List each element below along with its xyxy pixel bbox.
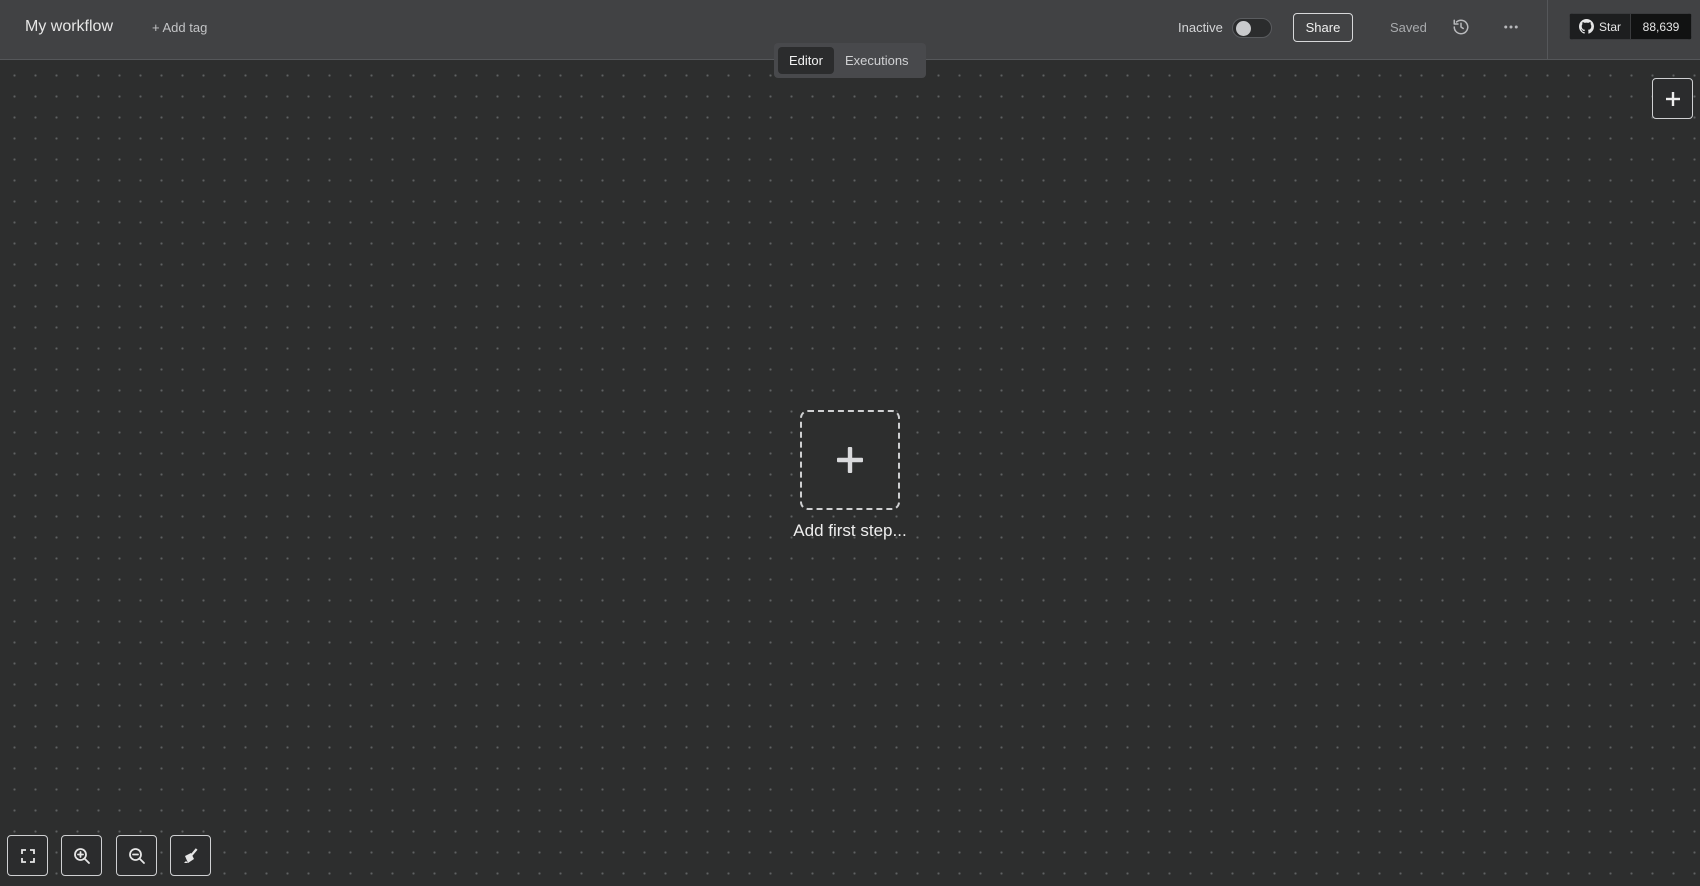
more-options-icon[interactable] bbox=[1501, 18, 1521, 36]
header-divider bbox=[1547, 0, 1548, 60]
zoom-out-icon bbox=[128, 847, 145, 864]
share-button[interactable]: Share bbox=[1293, 13, 1353, 42]
view-tabs: Editor Executions bbox=[774, 43, 926, 78]
tidy-up-button[interactable] bbox=[170, 835, 211, 876]
tab-editor[interactable]: Editor bbox=[778, 47, 834, 74]
add-first-step-label: Add first step... bbox=[793, 521, 907, 540]
fit-view-button[interactable] bbox=[7, 835, 48, 876]
save-status: Saved bbox=[1390, 20, 1427, 35]
add-node-button[interactable] bbox=[1652, 78, 1693, 119]
plus-icon bbox=[1665, 91, 1680, 106]
active-status-label: Inactive bbox=[1178, 20, 1223, 35]
active-toggle[interactable] bbox=[1232, 18, 1272, 38]
workflow-name[interactable]: My workflow bbox=[25, 18, 113, 36]
github-icon bbox=[1578, 19, 1594, 34]
github-star-button[interactable]: Star bbox=[1569, 13, 1630, 40]
toggle-knob bbox=[1236, 21, 1251, 36]
broom-icon bbox=[183, 847, 197, 863]
zoom-in-icon bbox=[73, 847, 90, 864]
github-star-count[interactable]: 88,639 bbox=[1630, 13, 1692, 40]
github-star-widget[interactable]: Star 88,639 bbox=[1569, 13, 1692, 40]
add-tag-button[interactable]: + Add tag bbox=[152, 20, 207, 35]
fullscreen-icon bbox=[20, 848, 35, 863]
tab-executions[interactable]: Executions bbox=[834, 47, 920, 74]
plus-icon bbox=[837, 447, 863, 473]
zoom-in-button[interactable] bbox=[61, 835, 102, 876]
github-star-label: Star bbox=[1598, 19, 1621, 34]
add-first-step-button[interactable] bbox=[800, 410, 900, 510]
history-icon[interactable] bbox=[1452, 18, 1470, 36]
zoom-out-button[interactable] bbox=[116, 835, 157, 876]
